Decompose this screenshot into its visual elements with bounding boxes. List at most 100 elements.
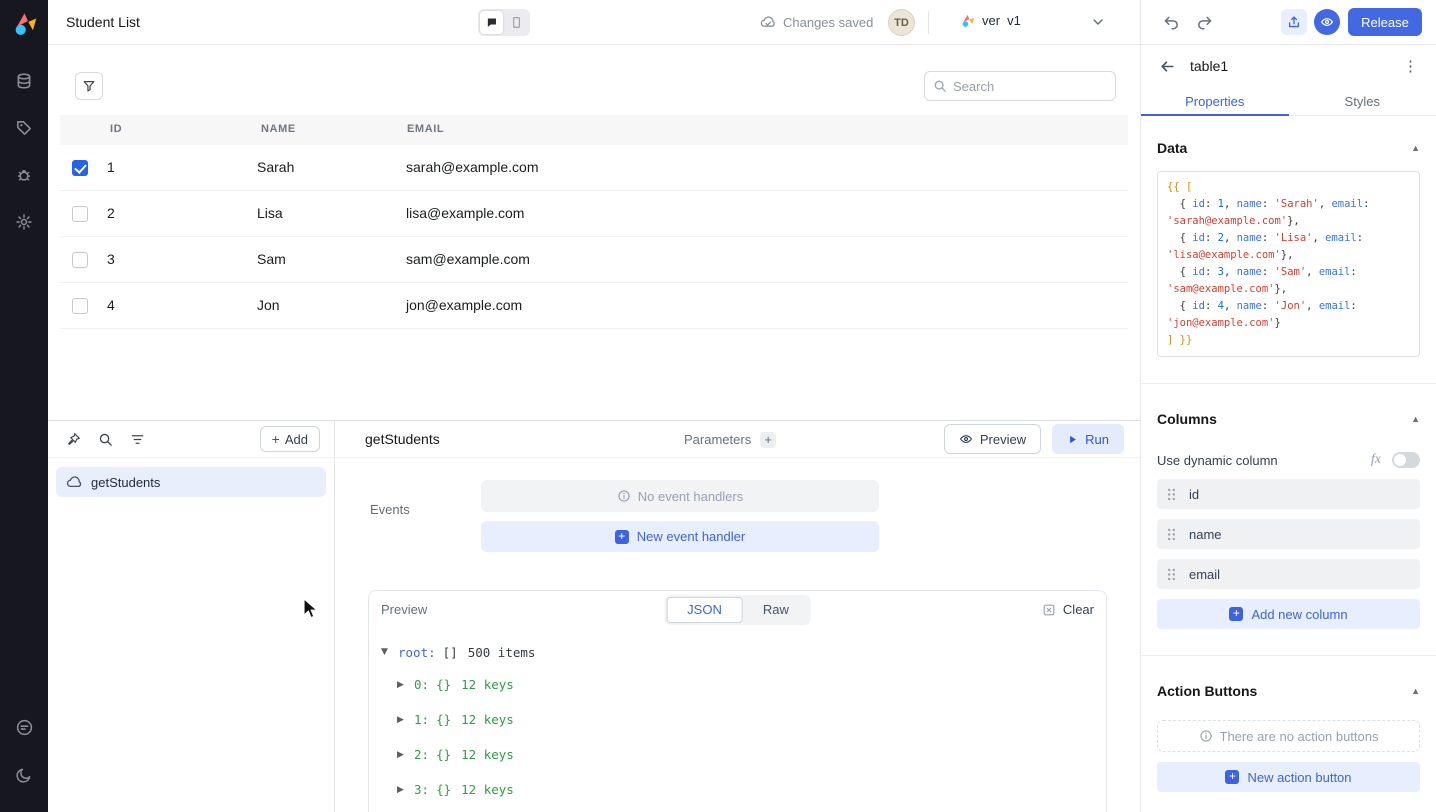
- parameters: Parameters +: [684, 421, 776, 458]
- pages-icon[interactable]: [0, 57, 48, 104]
- query-list-item[interactable]: getStudents: [56, 467, 326, 497]
- drag-handle-icon[interactable]: [1167, 488, 1176, 501]
- collapse-up-icon[interactable]: ▲: [1411, 414, 1420, 424]
- columns-section-header[interactable]: Columns ▲: [1157, 411, 1420, 427]
- preview-query-button[interactable]: Preview: [944, 424, 1041, 454]
- run-query-button[interactable]: Run: [1052, 424, 1124, 454]
- datasources-icon[interactable]: [0, 104, 48, 151]
- collapse-up-icon[interactable]: ▲: [1411, 143, 1420, 153]
- table-row[interactable]: 3Samsam@example.com: [60, 237, 1128, 283]
- version-selector[interactable]: ver v1: [960, 13, 1021, 28]
- column-item-email[interactable]: email: [1157, 559, 1420, 589]
- tab-json[interactable]: JSON: [666, 597, 743, 623]
- row-checkbox[interactable]: [72, 252, 88, 268]
- json-tree-item[interactable]: ▶2:{}12 keys: [381, 737, 1106, 772]
- data-code-editor[interactable]: {{ [ { id: 1, name: 'Sarah', email:'sara…: [1157, 171, 1420, 357]
- section-divider: [1141, 383, 1436, 384]
- changes-saved-status: Changes saved: [760, 14, 873, 30]
- dynamic-column-toggle[interactable]: [1392, 452, 1420, 468]
- app-preview-eye-icon[interactable]: [1314, 9, 1340, 35]
- back-arrow-icon[interactable]: [1159, 58, 1176, 75]
- table-widget[interactable]: ID NAME EMAIL 1Sarahsarah@example.com2Li…: [60, 60, 1128, 415]
- json-item-brackets: {}: [436, 782, 451, 797]
- json-root-meta: 500 items: [468, 645, 536, 660]
- eye-icon: [959, 432, 973, 446]
- json-tree-root[interactable]: ▼ root: [] 500 items: [381, 637, 1106, 667]
- plus-icon: +: [272, 432, 280, 446]
- triangle-right-icon: ▶: [397, 785, 407, 795]
- triangle-right-icon: ▶: [397, 715, 407, 725]
- code-line: 'lisa@example.com'},: [1167, 247, 1410, 264]
- canvas[interactable]: ID NAME EMAIL 1Sarahsarah@example.com2Li…: [48, 45, 1140, 420]
- app-root: Student List Changes saved TD: [0, 0, 1436, 812]
- chevron-down-icon[interactable]: [1090, 14, 1106, 30]
- column-item-label: email: [1189, 567, 1220, 582]
- plus-square-icon: +: [1229, 607, 1243, 621]
- add-parameter-icon[interactable]: +: [760, 432, 776, 448]
- row-checkbox[interactable]: [72, 298, 88, 314]
- json-item-key: 1:: [414, 712, 429, 727]
- theme-moon-icon[interactable]: [0, 751, 48, 798]
- events-label: Events: [370, 502, 410, 517]
- json-tree-item[interactable]: ▶3:{}12 keys: [381, 772, 1106, 807]
- cell-name: Sam: [257, 251, 286, 267]
- code-line: {{ [: [1167, 179, 1410, 196]
- debugger-icon[interactable]: [0, 151, 48, 198]
- column-item-id[interactable]: id: [1157, 479, 1420, 509]
- new-event-handler-button[interactable]: + New event handler: [481, 521, 879, 552]
- json-tree-item[interactable]: ▶1:{}12 keys: [381, 702, 1106, 737]
- drag-handle-icon[interactable]: [1167, 568, 1176, 581]
- add-query-button[interactable]: + Add: [260, 426, 320, 452]
- release-button[interactable]: Release: [1348, 8, 1422, 36]
- tab-raw[interactable]: Raw: [743, 597, 809, 623]
- row-checkbox[interactable]: [72, 160, 88, 176]
- mobile-mode-icon[interactable]: [505, 11, 528, 34]
- table-search[interactable]: [924, 71, 1116, 101]
- column-header-name[interactable]: NAME: [261, 123, 296, 135]
- code-line: { id: 2, name: 'Lisa', email:: [1167, 230, 1410, 247]
- collapse-up-icon[interactable]: ▲: [1411, 686, 1420, 696]
- column-header-id[interactable]: ID: [110, 123, 122, 135]
- clear-preview-button[interactable]: Clear: [1042, 602, 1094, 617]
- table-row[interactable]: 1Sarahsarah@example.com: [60, 145, 1128, 191]
- code-line: ] }}: [1167, 332, 1410, 349]
- user-avatar[interactable]: TD: [888, 9, 915, 36]
- share-icon[interactable]: [1281, 9, 1307, 35]
- table-row[interactable]: 4Jonjon@example.com: [60, 283, 1128, 329]
- new-action-button[interactable]: + New action button: [1157, 762, 1420, 792]
- filter-icon[interactable]: [130, 432, 145, 447]
- json-item-brackets: {}: [436, 747, 451, 762]
- search-input[interactable]: [953, 79, 1093, 94]
- filter-icon[interactable]: [75, 72, 103, 100]
- column-item-name[interactable]: name: [1157, 519, 1420, 549]
- redo-icon[interactable]: [1196, 13, 1214, 31]
- tab-properties[interactable]: Properties: [1141, 87, 1289, 115]
- dynamic-column-row: Use dynamic column fx: [1157, 452, 1420, 468]
- column-header-email[interactable]: EMAIL: [407, 123, 444, 135]
- help-chat-icon[interactable]: [0, 704, 48, 751]
- fx-icon[interactable]: fx: [1371, 452, 1381, 468]
- pin-icon[interactable]: [66, 432, 81, 447]
- toggle-knob: [1394, 454, 1406, 466]
- cell-name: Jon: [257, 297, 280, 313]
- add-new-column-label: Add new column: [1251, 607, 1347, 622]
- drag-handle-icon[interactable]: [1167, 528, 1176, 541]
- row-checkbox[interactable]: [72, 206, 88, 222]
- undo-icon[interactable]: [1162, 13, 1180, 31]
- search-icon[interactable]: [98, 432, 113, 447]
- triangle-right-icon: ▶: [397, 750, 407, 760]
- tab-styles[interactable]: Styles: [1289, 87, 1436, 115]
- topbar: Student List Changes saved TD: [48, 0, 1436, 45]
- json-tree-item[interactable]: ▶0:{}12 keys: [381, 667, 1106, 702]
- widget-name: table1: [1190, 58, 1228, 74]
- table-row[interactable]: 2Lisalisa@example.com: [60, 191, 1128, 237]
- kebab-menu-icon[interactable]: ⋮: [1403, 57, 1418, 75]
- parameters-label: Parameters: [684, 432, 751, 447]
- json-root-brackets: []: [443, 645, 458, 660]
- settings-icon[interactable]: [0, 198, 48, 245]
- action-buttons-section-header[interactable]: Action Buttons ▲: [1157, 683, 1420, 699]
- add-new-column-button[interactable]: + Add new column: [1157, 599, 1420, 629]
- tooljet-logo[interactable]: [11, 10, 38, 37]
- data-section-header[interactable]: Data ▲: [1157, 140, 1420, 156]
- comment-mode-icon[interactable]: [480, 11, 503, 34]
